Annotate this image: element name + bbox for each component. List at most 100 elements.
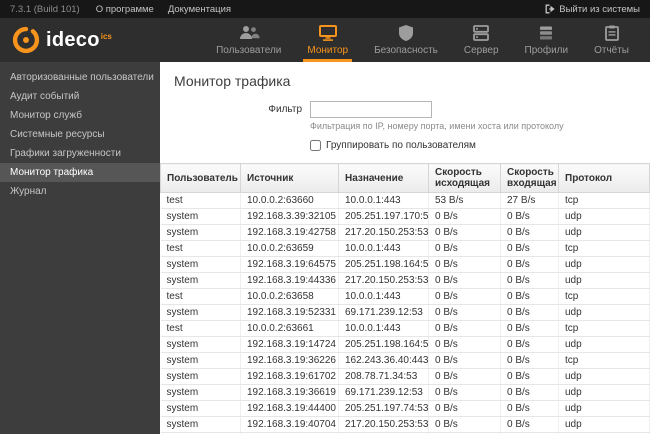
- tab-label: Отчёты: [594, 45, 629, 56]
- sidebar-item[interactable]: Монитор трафика: [0, 163, 160, 182]
- cell-user: test: [160, 240, 241, 257]
- cell-speed-in: 0 B/s: [500, 416, 559, 433]
- tab-users[interactable]: Пользователи: [203, 18, 294, 62]
- col-user[interactable]: Пользователь: [160, 163, 241, 193]
- col-speed-out[interactable]: Скорость исходящая: [428, 163, 501, 193]
- brand-suffix: ics: [100, 31, 112, 41]
- group-checkbox-row[interactable]: Группировать по пользователям: [310, 140, 636, 151]
- cell-user: system: [160, 224, 241, 241]
- cell-protocol: udp: [558, 304, 650, 321]
- cell-source: 10.0.0.2:63658: [240, 288, 339, 305]
- table-row[interactable]: system 192.168.3.19:44400 205.251.197.74…: [160, 400, 650, 417]
- cell-destination: 205.251.198.164:53: [338, 336, 429, 353]
- sidebar-item-label: Аудит событий: [10, 91, 80, 102]
- table-row[interactable]: system 192.168.3.19:44336 217.20.150.253…: [160, 272, 650, 289]
- sidebar-item[interactable]: Монитор служб: [0, 106, 160, 125]
- cell-speed-out: 0 B/s: [428, 400, 501, 417]
- cell-source: 192.168.3.19:61702: [240, 368, 339, 385]
- table-row[interactable]: system 192.168.3.19:42758 217.20.150.253…: [160, 224, 650, 241]
- cell-speed-out: 53 B/s: [428, 192, 501, 209]
- cell-speed-out: 0 B/s: [428, 368, 501, 385]
- cell-destination: 69.171.239.12:53: [338, 384, 429, 401]
- cell-speed-in: 0 B/s: [500, 288, 559, 305]
- cell-source: 192.168.3.19:40704: [240, 416, 339, 433]
- sidebar-item[interactable]: Системные ресурсы: [0, 125, 160, 144]
- cell-speed-out: 0 B/s: [428, 256, 501, 273]
- cell-user: system: [160, 384, 241, 401]
- docs-link[interactable]: Документация: [168, 4, 231, 15]
- cell-destination: 205.251.197.74:53: [338, 400, 429, 417]
- cell-source: 192.168.3.19:44336: [240, 272, 339, 289]
- cell-destination: 205.251.198.164:53: [338, 256, 429, 273]
- table-row[interactable]: system 192.168.3.19:14724 205.251.198.16…: [160, 336, 650, 353]
- topbar: 7.3.1 (Build 101) О программе Документац…: [0, 0, 650, 18]
- table-header-row: Пользователь Источник Назначение Скорост…: [160, 163, 650, 193]
- table-row[interactable]: system 192.168.3.19:40704 217.20.150.253…: [160, 416, 650, 433]
- cell-speed-out: 0 B/s: [428, 320, 501, 337]
- app-window: 7.3.1 (Build 101) О программе Документац…: [0, 0, 650, 434]
- cell-speed-in: 0 B/s: [500, 384, 559, 401]
- cell-speed-in: 0 B/s: [500, 240, 559, 257]
- cell-destination: 162.243.36.40:443: [338, 352, 429, 369]
- cell-speed-out: 0 B/s: [428, 240, 501, 257]
- group-by-users-checkbox[interactable]: [310, 140, 321, 151]
- cell-speed-in: 0 B/s: [500, 272, 559, 289]
- cell-user: test: [160, 320, 241, 337]
- logout-link[interactable]: Выйти из системы: [545, 4, 640, 15]
- cell-source: 192.168.3.19:52331: [240, 304, 339, 321]
- sidebar-item[interactable]: Журнал: [0, 182, 160, 201]
- cell-user: system: [160, 272, 241, 289]
- table-row[interactable]: system 192.168.3.19:52331 69.171.239.12:…: [160, 304, 650, 321]
- filter-help-text: Фильтрация по IP, номеру порта, имени хо…: [310, 121, 564, 131]
- cell-speed-in: 27 B/s: [500, 192, 559, 209]
- tab-label: Пользователи: [216, 45, 282, 56]
- filter-input[interactable]: [310, 101, 432, 118]
- cell-protocol: udp: [558, 272, 650, 289]
- ideco-logo-icon: [12, 26, 40, 54]
- tab-profiles[interactable]: Профили: [512, 18, 582, 62]
- cell-user: system: [160, 400, 241, 417]
- sidebar-item[interactable]: Авторизованные пользователи: [0, 68, 160, 87]
- table-row[interactable]: test 10.0.0.2:63660 10.0.0.1:443 53 B/s …: [160, 192, 650, 209]
- table-row[interactable]: system 192.168.3.19:61702 208.78.71.34:5…: [160, 368, 650, 385]
- cell-user: system: [160, 256, 241, 273]
- cell-source: 192.168.3.39:32105: [240, 208, 339, 225]
- tab-security[interactable]: Безопасность: [361, 18, 451, 62]
- cell-protocol: udp: [558, 416, 650, 433]
- table-row[interactable]: test 10.0.0.2:63661 10.0.0.1:443 0 B/s 0…: [160, 320, 650, 337]
- cell-speed-out: 0 B/s: [428, 416, 501, 433]
- group-checkbox-label: Группировать по пользователям: [326, 140, 476, 151]
- about-link[interactable]: О программе: [96, 4, 154, 15]
- cell-speed-out: 0 B/s: [428, 336, 501, 353]
- col-protocol[interactable]: Протокол: [558, 163, 650, 193]
- col-source[interactable]: Источник: [240, 163, 339, 193]
- cell-source: 192.168.3.19:14724: [240, 336, 339, 353]
- page-title: Монитор трафика: [174, 73, 291, 89]
- cell-protocol: udp: [558, 336, 650, 353]
- users-icon: [239, 26, 260, 39]
- cell-protocol: tcp: [558, 192, 650, 209]
- tab-monitor[interactable]: Монитор: [294, 18, 361, 62]
- sidebar-item[interactable]: Аудит событий: [0, 87, 160, 106]
- cell-user: system: [160, 368, 241, 385]
- table-row[interactable]: system 192.168.3.19:64575 205.251.198.16…: [160, 256, 650, 273]
- tab-reports[interactable]: Отчёты: [581, 18, 642, 62]
- sidebar-item[interactable]: Графики загруженности: [0, 144, 160, 163]
- table-row[interactable]: test 10.0.0.2:63658 10.0.0.1:443 0 B/s 0…: [160, 288, 650, 305]
- cell-user: system: [160, 336, 241, 353]
- table-row[interactable]: test 10.0.0.2:63659 10.0.0.1:443 0 B/s 0…: [160, 240, 650, 257]
- cell-source: 192.168.3.19:44400: [240, 400, 339, 417]
- tab-server[interactable]: Сервер: [451, 18, 512, 62]
- cell-speed-in: 0 B/s: [500, 336, 559, 353]
- logout-label: Выйти из системы: [559, 3, 640, 15]
- col-destination[interactable]: Назначение: [338, 163, 429, 193]
- tab-label: Профили: [524, 45, 569, 56]
- sidebar-item-label: Журнал: [10, 186, 47, 197]
- col-speed-in[interactable]: Скорость входящая: [500, 163, 559, 193]
- table-row[interactable]: system 192.168.3.39:32105 205.251.197.17…: [160, 208, 650, 225]
- cell-protocol: tcp: [558, 240, 650, 257]
- brand-logo[interactable]: idecoics: [12, 18, 160, 62]
- table-row[interactable]: system 192.168.3.19:36619 69.171.239.12:…: [160, 384, 650, 401]
- logout-icon: [545, 4, 555, 14]
- table-row[interactable]: system 192.168.3.19:36226 162.243.36.40:…: [160, 352, 650, 369]
